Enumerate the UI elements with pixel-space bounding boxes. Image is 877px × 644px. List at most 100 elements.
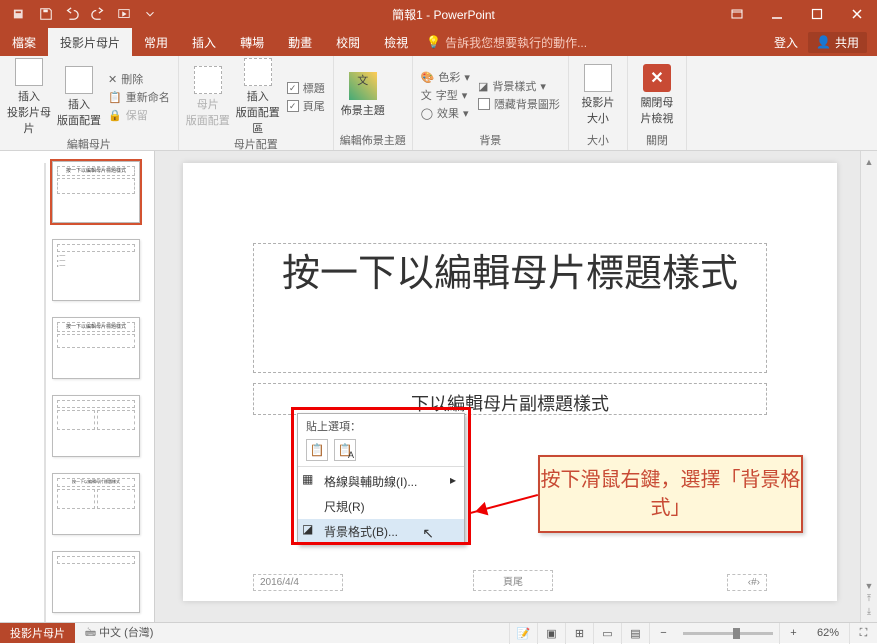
next-slide-icon[interactable]: ⤓: [863, 605, 876, 618]
status-mode[interactable]: 投影片母片: [0, 623, 75, 643]
colors-button[interactable]: 🎨色彩▾: [419, 69, 472, 85]
view-sorter-icon[interactable]: ⊞: [565, 623, 593, 644]
slide-canvas[interactable]: 按一下以編輯母片標題樣式 下以編輯母片副標題樣式 2016/4/4 頁尾 ‹#›…: [183, 163, 837, 601]
thumb-layout-3[interactable]: 按一下以編輯母片標題樣式: [52, 317, 140, 379]
date-placeholder[interactable]: 2016/4/4: [253, 574, 343, 591]
thumb-layout-2[interactable]: • ──• ──• ──: [52, 239, 140, 301]
window-controls: [717, 0, 877, 28]
bg-format-icon: ◪: [302, 522, 318, 538]
insert-placeholder-button[interactable]: 插入 版面配置區: [235, 58, 281, 136]
tab-review[interactable]: 校閱: [324, 28, 372, 56]
footer-checkbox[interactable]: ✓頁尾: [285, 98, 327, 114]
thumb-tree-line: [44, 163, 46, 622]
zoom-level[interactable]: 62%: [807, 627, 849, 639]
thumb-master-1[interactable]: 按一下以編輯母片標題樣式: [52, 161, 140, 223]
close-x-icon: ✕: [643, 64, 671, 92]
scroll-up-icon[interactable]: ▲: [863, 155, 876, 168]
title-bar: 簡報1 - PowerPoint: [0, 0, 877, 28]
subtitle-placeholder[interactable]: 下以編輯母片副標題樣式: [253, 383, 767, 415]
themes-button[interactable]: 文佈景主題: [340, 72, 386, 118]
scroll-down-icon[interactable]: ▼: [863, 579, 876, 592]
insert-layout-button[interactable]: 插入 版面配置: [56, 66, 102, 128]
rename-icon: 📋: [108, 91, 122, 104]
title-placeholder[interactable]: 按一下以編輯母片標題樣式: [253, 243, 767, 373]
tab-file[interactable]: 檔案: [0, 28, 48, 56]
save-icon[interactable]: [34, 2, 58, 26]
master-layout-button: 母片 版面配置: [185, 66, 231, 128]
redo-icon[interactable]: [86, 2, 110, 26]
tab-insert[interactable]: 插入: [180, 28, 228, 56]
edit-area[interactable]: 按一下以編輯母片標題樣式 下以編輯母片副標題樣式 2016/4/4 頁尾 ‹#›…: [155, 151, 877, 622]
effects-icon: ◯: [421, 107, 433, 120]
share-button[interactable]: 👤 共用: [808, 32, 867, 53]
maximize-icon[interactable]: [797, 0, 837, 28]
fonts-button[interactable]: 文字型▾: [419, 87, 472, 103]
menu-bar: 檔案 投影片母片 常用 插入 轉場 動畫 校閱 檢視 💡 告訴我您想要執行的動作…: [0, 28, 877, 56]
close-icon[interactable]: [837, 0, 877, 28]
delete-icon: ✕: [108, 73, 117, 86]
qat-more-icon[interactable]: [138, 2, 162, 26]
hide-bg-checkbox[interactable]: 隱藏背景圖形: [476, 96, 562, 112]
status-bar: 投影片母片 🖮 中文 (台灣) 📝 ▣ ⊞ ▭ ▤ − + 62% ⛶: [0, 622, 877, 643]
title-checkbox[interactable]: ✓標題: [285, 80, 327, 96]
zoom-out-button[interactable]: −: [649, 623, 677, 644]
insert-slide-master-button[interactable]: 插入 投影片母片: [6, 58, 52, 136]
tab-animations[interactable]: 動畫: [276, 28, 324, 56]
view-normal-icon[interactable]: ▣: [537, 623, 565, 644]
close-master-button[interactable]: ✕關閉母 片檢視: [634, 64, 680, 126]
prev-slide-icon[interactable]: ⤒: [863, 592, 876, 605]
window-title: 簡報1 - PowerPoint: [170, 6, 717, 23]
thumb-layout-4[interactable]: [52, 395, 140, 457]
app-icon[interactable]: [8, 2, 32, 26]
tell-me-input[interactable]: 💡 告訴我您想要執行的動作...: [420, 34, 593, 51]
delete-button[interactable]: ✕刪除: [106, 71, 172, 87]
menu-grid-guides[interactable]: ▦ 格線與輔助線(I)... ▸: [298, 469, 464, 494]
slide-size-button[interactable]: 投影片 大小: [575, 64, 621, 126]
menu-bg-format[interactable]: ◪ 背景格式(B)... ↖: [298, 519, 464, 544]
ribbon: 插入 投影片母片 插入 版面配置 ✕刪除 📋重新命名 🔒保留 編輯母片 母片 版…: [0, 56, 877, 151]
preserve-button[interactable]: 🔒保留: [106, 107, 172, 123]
paste-option-1[interactable]: 📋: [306, 439, 328, 461]
arrow-annotation: [470, 494, 538, 514]
notes-button[interactable]: 📝: [509, 623, 537, 644]
thumbnail-pane[interactable]: 按一下以編輯母片標題樣式 • ──• ──• ── 按一下以編輯母片標題樣式 按…: [0, 151, 155, 622]
status-lang[interactable]: 🖮 中文 (台灣): [75, 624, 163, 643]
tab-view[interactable]: 檢視: [372, 28, 420, 56]
group-layout-label: 母片配置: [185, 136, 327, 152]
group-edit-label: 編輯母片: [6, 136, 172, 152]
view-slideshow-icon[interactable]: ▤: [621, 623, 649, 644]
grid-icon: ▦: [302, 472, 318, 488]
bg-styles-button[interactable]: ◪背景樣式▾: [476, 78, 562, 94]
tab-transitions[interactable]: 轉場: [228, 28, 276, 56]
start-icon[interactable]: [112, 2, 136, 26]
menu-ruler[interactable]: 尺規(R): [298, 494, 464, 519]
undo-icon[interactable]: [60, 2, 84, 26]
thumb-layout-6[interactable]: [52, 551, 140, 613]
callout-box: 按下滑鼠右鍵，選擇「背景格式」: [538, 455, 803, 533]
group-bg-label: 背景: [419, 132, 562, 148]
view-reading-icon[interactable]: ▭: [593, 623, 621, 644]
bg-styles-icon: ◪: [478, 80, 488, 93]
fit-window-icon[interactable]: ⛶: [849, 623, 877, 644]
effects-button[interactable]: ◯效果▾: [419, 105, 472, 121]
group-close-label: 關閉: [634, 132, 680, 148]
tab-slide-master[interactable]: 投影片母片: [48, 28, 132, 56]
paste-options-label: 貼上選項：: [298, 414, 464, 436]
tab-home[interactable]: 常用: [132, 28, 180, 56]
pagenum-placeholder[interactable]: ‹#›: [727, 574, 767, 591]
work-area: 按一下以編輯母片標題樣式 • ──• ──• ── 按一下以編輯母片標題樣式 按…: [0, 151, 877, 622]
vertical-scrollbar[interactable]: ▲ ▼ ⤒ ⤓: [860, 151, 877, 622]
thumb-layout-5[interactable]: 按一下以編輯母片標題樣式: [52, 473, 140, 535]
zoom-slider[interactable]: [683, 632, 773, 635]
bulb-icon: 💡: [426, 35, 441, 49]
footer-placeholder[interactable]: 頁尾: [473, 570, 553, 591]
login-button[interactable]: 登入: [774, 34, 798, 51]
paste-option-2[interactable]: 📋A: [334, 439, 356, 461]
group-size-label: 大小: [575, 132, 621, 148]
minimize-icon[interactable]: [757, 0, 797, 28]
qat: [0, 2, 170, 26]
zoom-in-button[interactable]: +: [779, 623, 807, 644]
context-menu: 貼上選項： 📋 📋A ▦ 格線與輔助線(I)... ▸ 尺規(R) ◪ 背景格式…: [297, 413, 465, 545]
rename-button[interactable]: 📋重新命名: [106, 89, 172, 105]
ribbon-options-icon[interactable]: [717, 0, 757, 28]
